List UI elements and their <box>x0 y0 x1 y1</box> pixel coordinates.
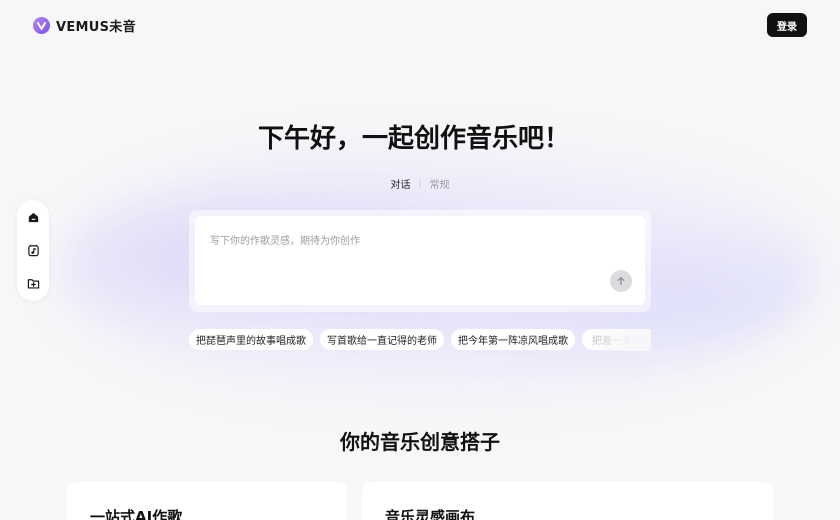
page-headline: 下午好，一起创作音乐吧！ <box>257 124 570 154</box>
suggestion-chip[interactable]: 写首歌给一直记得的老师 <box>320 329 444 350</box>
section-title: 你的音乐创意搭子 <box>340 430 500 454</box>
tab-normal[interactable]: 常规 <box>430 176 450 191</box>
send-button[interactable] <box>610 270 632 292</box>
arrow-up-icon <box>617 276 625 286</box>
home-icon <box>28 212 38 222</box>
song-idea-input[interactable] <box>210 232 590 272</box>
suggestion-chip[interactable]: 把今年第一阵凉风唱成歌 <box>451 329 575 350</box>
sidebar-item-folder[interactable] <box>25 275 41 291</box>
sidebar-item-music[interactable] <box>25 242 41 258</box>
mode-tabs: 对话 | 常规 <box>0 176 840 192</box>
side-toolbar <box>17 200 49 301</box>
feature-card-canvas[interactable]: 音乐灵感画布 <box>362 482 773 520</box>
suggestion-chip[interactable]: 把差一点没说 <box>582 329 651 350</box>
login-button[interactable]: 登录 <box>767 13 807 37</box>
sidebar-item-home[interactable] <box>25 209 41 225</box>
feature-title: 一站式AI作歌 <box>90 508 183 520</box>
tab-divider: | <box>418 178 422 189</box>
top-header: VEMUS未音 登录 <box>0 0 840 52</box>
feature-title: 音乐灵感画布 <box>385 508 476 520</box>
logo[interactable]: VEMUS未音 <box>33 16 136 35</box>
music-note-icon <box>27 244 39 256</box>
suggestion-chips: 把琵琶声里的故事唱成歌 写首歌给一直记得的老师 把今年第一阵凉风唱成歌 把差一点… <box>189 329 651 351</box>
feature-card-ai-song[interactable]: 一站式AI作歌 <box>67 482 347 520</box>
vemus-logo-icon <box>33 17 50 34</box>
folder-add-icon <box>27 278 39 289</box>
composer-card <box>195 216 645 305</box>
suggestion-chip[interactable]: 把琵琶声里的故事唱成歌 <box>189 329 313 350</box>
composer-container <box>189 210 651 312</box>
logo-text: VEMUS未音 <box>56 20 136 35</box>
tab-dialog[interactable]: 对话 <box>390 176 410 191</box>
